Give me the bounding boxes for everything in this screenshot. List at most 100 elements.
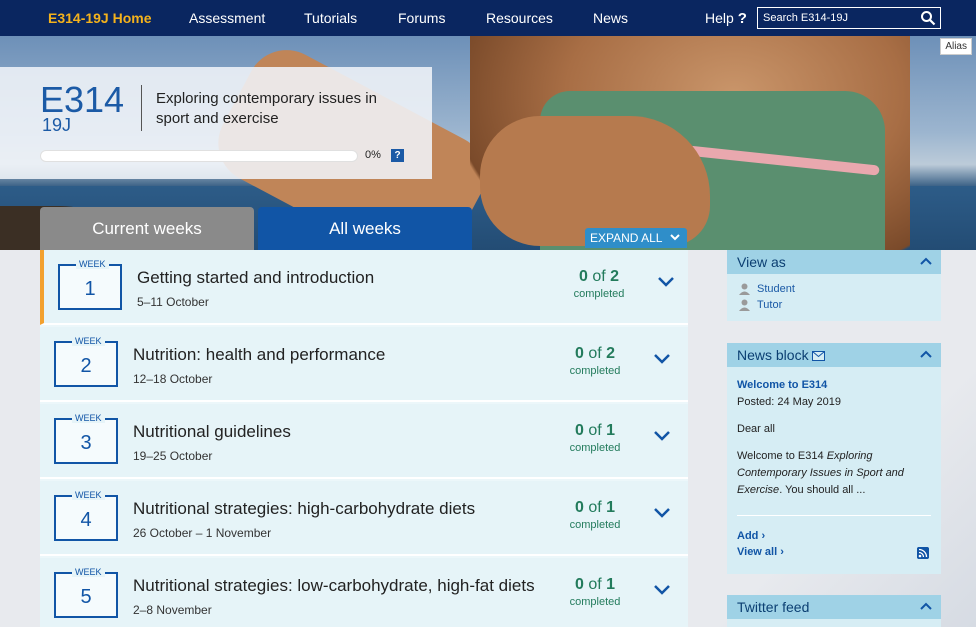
course-progress-percent: 0%	[365, 149, 381, 161]
done-count: 0	[574, 576, 584, 593]
week-badge: WEEK 3	[54, 413, 118, 464]
week-title[interactable]: Nutrition: health and performance	[133, 345, 385, 365]
top-nav: E314-19J Home Assessment Tutorials Forum…	[0, 0, 976, 36]
week-badge: WEEK 4	[54, 490, 118, 541]
course-progress-bar	[40, 150, 358, 162]
week-number: 3	[80, 432, 92, 454]
week-title[interactable]: Getting started and introduction	[137, 268, 374, 288]
week-row[interactable]: WEEK 5 Nutritional strategies: low-carboh…	[40, 558, 688, 627]
done-count: 0	[574, 422, 584, 439]
chevron-down-icon[interactable]	[652, 506, 672, 520]
week-number: 5	[80, 586, 92, 608]
chevron-up-icon[interactable]	[919, 601, 933, 611]
week-dates: 5–11 October	[137, 295, 209, 309]
week-row[interactable]: WEEK 4 Nutritional strategies: high-carbo…	[40, 481, 688, 556]
week-row[interactable]: WEEK 1 Getting started and introduction 5…	[40, 250, 688, 325]
user-icon	[739, 283, 750, 295]
progress-help-icon[interactable]: ?	[391, 149, 404, 162]
week-dates: 2–8 November	[133, 603, 212, 617]
help-link[interactable]: Help?	[705, 10, 747, 27]
chevron-up-icon[interactable]	[919, 256, 933, 266]
of-label: of	[592, 268, 606, 285]
done-count: 0	[574, 345, 584, 362]
of-label: of	[588, 422, 602, 439]
week-progress-count: 0 of 1	[560, 422, 630, 440]
nav-resources[interactable]: Resources	[486, 10, 553, 26]
add-label: Add	[737, 530, 759, 542]
rss-icon[interactable]	[917, 547, 929, 559]
total-count: 1	[606, 576, 616, 593]
view-as-tutor[interactable]: Tutor	[727, 297, 941, 313]
news-item-heading[interactable]: Welcome to E314	[737, 377, 931, 394]
chevron-down-icon[interactable]	[652, 352, 672, 366]
week-label: WEEK	[72, 413, 105, 423]
view-as-block: View as Student Tutor	[727, 250, 941, 321]
alias-button[interactable]: Alias	[940, 38, 972, 55]
week-row[interactable]: WEEK 3 Nutritional guidelines 19–25 Octob…	[40, 404, 688, 479]
week-dates: 12–18 October	[133, 372, 213, 386]
total-count: 2	[610, 268, 620, 285]
week-progress-count: 0 of 1	[560, 576, 630, 594]
news-block-header[interactable]: News block	[727, 343, 941, 367]
week-dates: 19–25 October	[133, 449, 213, 463]
twitter-block-header[interactable]: Twitter feed	[727, 595, 941, 619]
news-excerpt-end: . You should all ...	[779, 484, 866, 496]
week-title[interactable]: Nutritional strategies: high-carbohydrat…	[133, 499, 475, 519]
news-excerpt: Welcome to E314 Exploring Contemporary I…	[737, 448, 931, 499]
week-number: 2	[80, 355, 92, 377]
tab-current-weeks[interactable]: Current weeks	[40, 207, 254, 250]
week-completed-label: completed	[569, 365, 621, 377]
chevron-up-icon[interactable]	[919, 349, 933, 359]
user-icon	[739, 299, 750, 311]
nav-news[interactable]: News	[593, 10, 628, 26]
news-excerpt-start: Welcome to E314	[737, 450, 827, 462]
envelope-icon[interactable]	[812, 351, 826, 361]
view-as-header[interactable]: View as	[727, 250, 941, 274]
chevron-right-icon: ›	[761, 530, 766, 542]
news-view-all-link[interactable]: View all ›	[737, 546, 784, 558]
help-label: Help	[705, 10, 734, 26]
nav-tutorials[interactable]: Tutorials	[304, 10, 357, 26]
chevron-down-icon	[670, 234, 680, 241]
expand-all-button[interactable]: EXPAND ALL	[585, 228, 687, 248]
week-badge: WEEK 5	[54, 567, 118, 618]
week-row[interactable]: WEEK 2 Nutrition: health and performance …	[40, 327, 688, 402]
week-label: WEEK	[76, 259, 109, 269]
chevron-down-icon[interactable]	[656, 275, 676, 289]
total-count: 1	[606, 499, 616, 516]
view-all-label: View all	[737, 546, 778, 558]
news-greeting: Dear all	[737, 423, 775, 435]
nav-forums[interactable]: Forums	[398, 10, 445, 26]
search-input[interactable]: Search E314-19J	[757, 7, 941, 29]
news-add-link[interactable]: Add ›	[737, 530, 765, 542]
student-label: Student	[757, 283, 795, 295]
chevron-down-icon[interactable]	[652, 429, 672, 443]
week-progress-count: 0 of 2	[560, 345, 630, 363]
hero-hand	[480, 116, 710, 246]
week-title[interactable]: Nutritional strategies: low-carbohydrate…	[133, 576, 535, 596]
chevron-down-icon[interactable]	[652, 583, 672, 597]
week-progress-count: 0 of 1	[560, 499, 630, 517]
done-count: 0	[574, 499, 584, 516]
of-label: of	[588, 576, 602, 593]
course-code: E314	[40, 79, 125, 120]
week-completed-label: completed	[569, 442, 621, 454]
week-number: 1	[84, 278, 96, 300]
news-posted-date: Posted: 24 May 2019	[737, 396, 841, 408]
done-count: 0	[578, 268, 588, 285]
of-label: of	[588, 499, 602, 516]
week-progress-count: 0 of 2	[564, 268, 634, 286]
week-title[interactable]: Nutritional guidelines	[133, 422, 291, 442]
search-icon[interactable]	[920, 10, 936, 26]
week-dates: 26 October – 1 November	[133, 526, 272, 540]
expand-all-label: EXPAND ALL	[590, 231, 663, 245]
nav-assessment[interactable]: Assessment	[189, 10, 265, 26]
tab-all-weeks[interactable]: All weeks	[258, 207, 472, 250]
week-completed-label: completed	[569, 596, 621, 608]
week-number: 4	[80, 509, 92, 531]
view-as-student[interactable]: Student	[727, 281, 941, 297]
nav-home-link[interactable]: E314-19J Home	[48, 10, 152, 26]
weeks-list: WEEK 1 Getting started and introduction 5…	[40, 250, 688, 627]
news-divider	[737, 515, 931, 516]
of-label: of	[588, 345, 602, 362]
